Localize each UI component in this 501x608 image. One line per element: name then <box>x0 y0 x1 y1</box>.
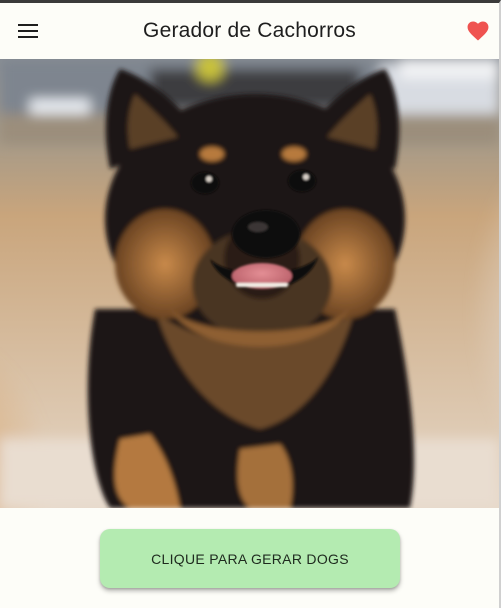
dog-photo <box>0 59 499 508</box>
app-bar: Gerador de Cachorros <box>0 3 499 59</box>
menu-icon[interactable] <box>16 19 40 43</box>
generate-dogs-button[interactable]: CLIQUE PARA GERAR DOGS <box>100 529 400 588</box>
page-title: Gerador de Cachorros <box>143 19 356 42</box>
heart-icon[interactable] <box>465 19 491 43</box>
app-window: Gerador de Cachorros CLIQUE PARA GERAR D… <box>0 0 501 608</box>
action-area: CLIQUE PARA GERAR DOGS <box>0 508 499 608</box>
